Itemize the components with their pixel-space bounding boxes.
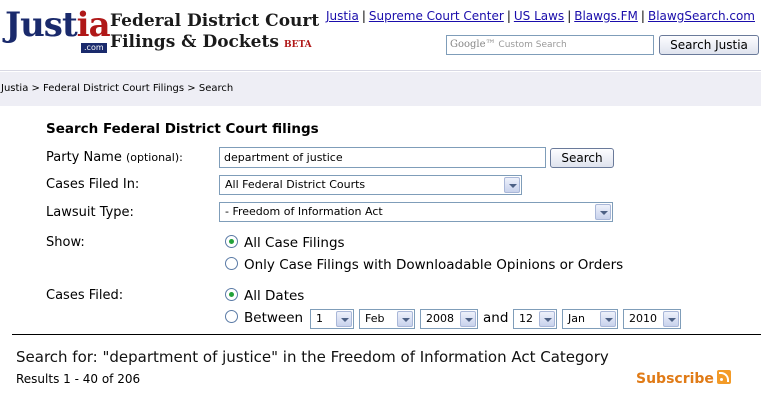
chevron-down-icon xyxy=(600,311,616,327)
top-links: Justia | Supreme Court Center | US Laws | Blaw… xyxy=(326,9,755,23)
separator: | xyxy=(506,9,511,23)
cases-filed-label: Cases Filed: xyxy=(46,288,124,303)
chevron-down-icon xyxy=(504,177,520,193)
separator: | xyxy=(361,9,366,23)
chevron-down-icon xyxy=(460,311,476,327)
divider xyxy=(12,334,761,335)
radio-all-dates[interactable] xyxy=(225,288,238,301)
lawsuit-type-select[interactable]: - Freedom of Information Act xyxy=(219,202,613,222)
chevron-down-icon xyxy=(336,311,352,327)
search-button[interactable]: Search xyxy=(550,148,614,168)
chevron-down-icon xyxy=(595,204,611,220)
google-brand-text: Google™ xyxy=(450,39,496,50)
subscribe-link[interactable]: Subscribe xyxy=(636,370,731,387)
chevron-down-icon xyxy=(397,311,413,327)
radio-between-dates[interactable] xyxy=(225,310,238,323)
link-us-laws[interactable]: US Laws xyxy=(514,9,564,23)
from-month-select[interactable]: Feb xyxy=(359,309,415,329)
site-header: Justia .com Federal District Court Filin… xyxy=(0,0,761,71)
to-day-select[interactable]: 12 xyxy=(513,309,557,329)
search-justia-button[interactable]: Search Justia xyxy=(659,35,759,55)
cases-filed-in-label: Cases Filed In: xyxy=(46,177,140,192)
separator: | xyxy=(640,9,645,23)
link-blawgs-fm[interactable]: Blawgs.FM xyxy=(574,9,638,23)
date-between-option[interactable]: Between xyxy=(225,310,303,326)
lawsuit-type-label: Lawsuit Type: xyxy=(46,205,134,220)
from-year-select[interactable]: 2008 xyxy=(420,309,478,329)
link-justia[interactable]: Justia xyxy=(326,9,359,23)
date-all-option[interactable]: All Dates xyxy=(225,288,304,304)
link-blawgsearch[interactable]: BlawgSearch.com xyxy=(648,9,755,23)
site-search-input[interactable]: Google™ Custom Search xyxy=(446,35,654,55)
separator: | xyxy=(567,9,572,23)
from-day-select[interactable]: 1 xyxy=(310,309,354,329)
show-label: Show: xyxy=(46,235,85,250)
logo-com-badge: .com xyxy=(81,43,107,53)
to-month-select[interactable]: Jan xyxy=(562,309,618,329)
party-name-label: Party Name (optional): xyxy=(46,150,183,165)
court-select[interactable]: All Federal District Courts xyxy=(219,175,522,195)
logo-wordmark: Justia xyxy=(5,5,111,45)
to-year-select[interactable]: 2010 xyxy=(623,309,681,329)
party-name-input[interactable]: department of justice xyxy=(219,147,546,168)
show-downloadable-option[interactable]: Only Case Filings with Downloadable Opin… xyxy=(225,257,623,273)
chevron-down-icon xyxy=(539,311,555,327)
and-label: and xyxy=(483,310,509,326)
radio-downloadable-filings[interactable] xyxy=(225,257,238,270)
beta-badge: BETA xyxy=(284,40,312,50)
link-supreme-court-center[interactable]: Supreme Court Center xyxy=(369,9,504,23)
rss-icon[interactable] xyxy=(716,370,731,384)
site-title-line1: Federal District Court xyxy=(110,11,320,31)
search-placeholder: Custom Search xyxy=(498,40,567,50)
show-all-option[interactable]: All Case Filings xyxy=(225,235,345,251)
site-title-line2: Filings & Dockets xyxy=(110,32,279,52)
breadcrumb: Justia > Federal District Court Filings … xyxy=(0,72,761,106)
chevron-down-icon xyxy=(663,311,679,327)
form-title: Search Federal District Court filings xyxy=(46,121,319,137)
radio-all-filings[interactable] xyxy=(225,235,238,248)
results-heading: Search for: "department of justice" in t… xyxy=(16,348,609,366)
results-count: Results 1 - 40 of 206 xyxy=(16,372,141,386)
